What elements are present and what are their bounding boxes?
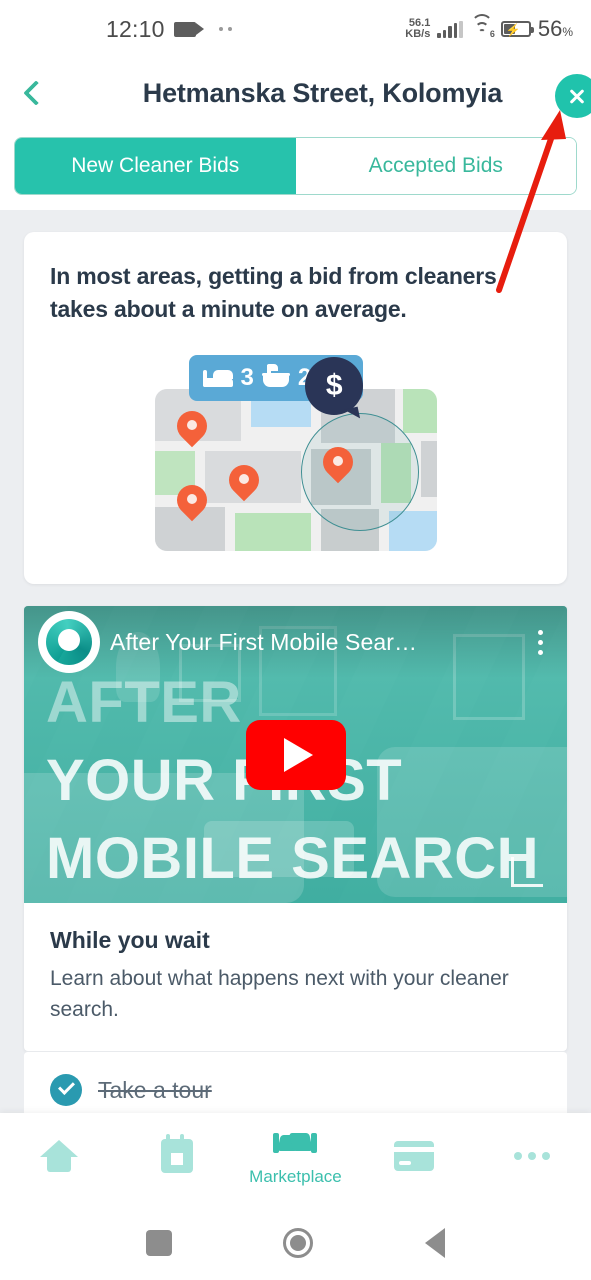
chevron-left-icon — [23, 80, 49, 106]
app-header: Hetmanska Street, Kolomyia — [0, 58, 591, 128]
tab-bar: New Cleaner Bids Accepted Bids — [0, 128, 591, 210]
video-card: AFTER YOUR FIRST MOBILE SEARCH After You… — [24, 606, 567, 1052]
battery-percent: 56% — [537, 16, 573, 41]
take-a-tour-label: Take a tour — [98, 1076, 212, 1103]
corner-bracket-icon — [511, 857, 543, 888]
video-card-title: While you wait — [50, 927, 210, 954]
signal-icon — [437, 20, 463, 38]
page-title: Hetmanska Street, Kolomyia — [142, 77, 503, 108]
play-button-icon[interactable] — [245, 719, 346, 790]
map-pin — [177, 485, 207, 527]
property-badge: 3 2 $ — [188, 355, 364, 416]
triangle-left-icon[interactable] — [425, 1227, 446, 1258]
nav-item-marketplace[interactable]: Marketplace — [241, 1131, 349, 1187]
close-button[interactable] — [555, 74, 591, 118]
wifi-icon: 6 — [470, 14, 495, 39]
bottom-navigation: Marketplace — [0, 1113, 591, 1205]
info-card-headline: In most areas, getting a bid from cleane… — [50, 263, 497, 322]
battery-charging-icon: ⚡ — [500, 21, 534, 37]
circle-icon[interactable] — [283, 1227, 314, 1258]
thumbnail-line-3: MOBILE SEARCH — [46, 826, 540, 892]
nav-item-home[interactable] — [5, 1140, 113, 1178]
home-icon — [40, 1140, 79, 1172]
credit-card-icon — [393, 1141, 434, 1171]
map-pin — [229, 465, 259, 507]
video-card-body: While you wait Learn about what happens … — [24, 903, 567, 1051]
youtube-player[interactable]: AFTER YOUR FIRST MOBILE SEARCH After You… — [24, 606, 567, 904]
video-card-description: Learn about what happens next with your … — [50, 967, 509, 1021]
map-graphic — [154, 389, 437, 552]
android-navigation-bar — [0, 1205, 591, 1280]
network-rate-unit: KB/s — [405, 28, 431, 40]
nav-item-more[interactable] — [478, 1152, 586, 1166]
handshake-icon — [273, 1131, 318, 1161]
check-circle-icon — [50, 1074, 82, 1107]
bedrooms-count: 3 — [240, 364, 254, 392]
close-icon — [567, 86, 587, 106]
calendar-icon — [161, 1134, 194, 1173]
notification-dots-icon — [218, 27, 232, 31]
kebab-menu-icon[interactable] — [528, 624, 553, 661]
wifi-generation: 6 — [489, 29, 495, 39]
bed-icon — [202, 369, 233, 387]
square-icon[interactable] — [145, 1229, 172, 1256]
map-pin — [323, 447, 353, 489]
youtube-title-bar: After Your First Mobile Sear… — [24, 606, 567, 679]
network-rate-value: 56.1 — [408, 16, 431, 29]
status-time: 12:10 — [106, 15, 165, 42]
network-rate: 56.1 KB/s — [405, 16, 431, 41]
status-bar-left: 12:10 — [106, 16, 232, 43]
phone-screen: 12:10 56.1 KB/s 6 ⚡ 56% Hetmanska Street… — [0, 0, 591, 1280]
map-illustration: 3 2 $ — [141, 347, 451, 562]
status-bar-right: 56.1 KB/s 6 ⚡ 56% — [405, 14, 573, 42]
video-camera-icon — [173, 21, 204, 37]
info-card: In most areas, getting a bid from cleane… — [24, 232, 567, 585]
bath-icon — [261, 364, 290, 389]
map-pin — [177, 411, 207, 453]
search-radius-circle — [300, 413, 419, 532]
dollar-icon: $ — [305, 357, 364, 416]
tab-accepted-bids[interactable]: Accepted Bids — [295, 138, 576, 194]
youtube-video-title[interactable]: After Your First Mobile Sear… — [110, 629, 417, 656]
nav-item-payments[interactable] — [360, 1141, 468, 1177]
channel-avatar-icon[interactable] — [38, 611, 100, 674]
nav-item-calendar[interactable] — [123, 1134, 231, 1179]
more-dots-icon — [513, 1152, 550, 1160]
status-bar: 12:10 56.1 KB/s 6 ⚡ 56% — [0, 0, 591, 58]
tab-new-cleaner-bids[interactable]: New Cleaner Bids — [15, 138, 296, 194]
nav-label-marketplace: Marketplace — [249, 1167, 342, 1186]
